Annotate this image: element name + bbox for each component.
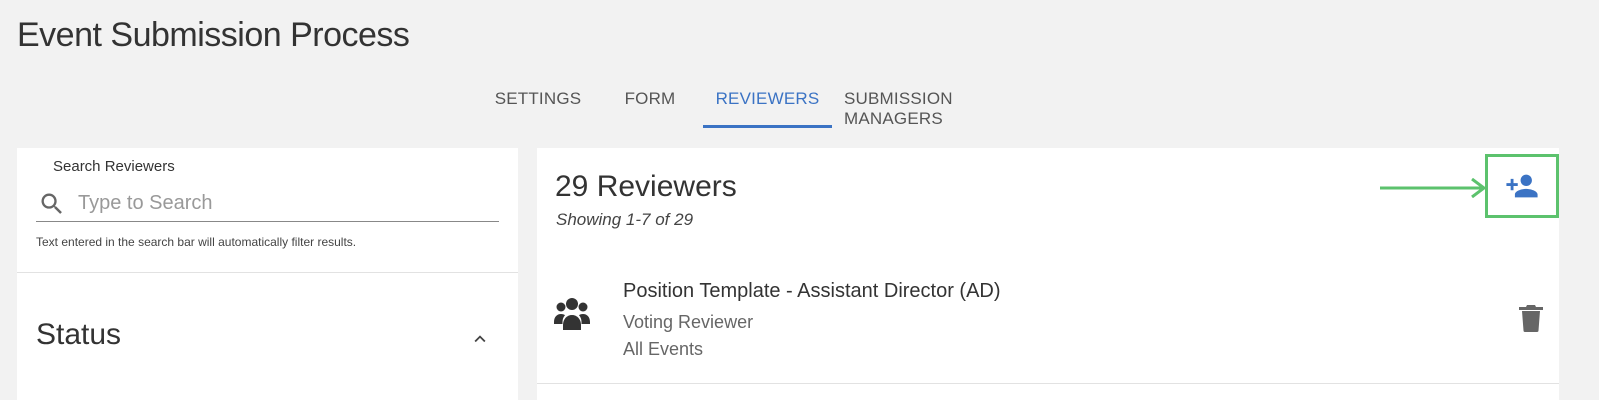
reviewer-scope: All Events (623, 339, 704, 359)
tab-bar: SETTINGS FORM REVIEWERS SUBMISSION MANAG… (0, 82, 1599, 128)
page-title: Event Submission Process (17, 16, 410, 54)
search-label: Search Reviewers (53, 158, 175, 175)
reviewer-role: Voting Reviewer (623, 312, 754, 332)
status-filter-title: Status (36, 318, 122, 351)
reviewer-name: Position Template - Assistant Director (… (623, 280, 1001, 302)
search-help-text: Text entered in the search bar will auto… (36, 235, 357, 249)
tab-settings[interactable]: SETTINGS (490, 82, 586, 128)
page: Event Submission Process SETTINGS FORM R… (0, 0, 1599, 400)
arrow-indicator-icon (1380, 178, 1487, 198)
filter-panel: Search Reviewers Text entered in the sea… (17, 148, 518, 400)
search-field (36, 186, 499, 222)
tab-reviewers[interactable]: REVIEWERS (703, 82, 832, 128)
tab-form[interactable]: FORM (610, 82, 690, 128)
search-input[interactable] (78, 188, 488, 218)
trash-icon[interactable] (1519, 304, 1543, 332)
add-reviewer-button[interactable] (1485, 154, 1559, 218)
chevron-up-icon[interactable] (469, 328, 491, 350)
reviewers-showing-text: Showing 1-7 of 29 (556, 210, 694, 229)
divider (17, 272, 518, 273)
group-icon (554, 298, 590, 330)
search-icon (41, 193, 62, 214)
reviewer-list-item[interactable]: Position Template - Assistant Director (… (537, 266, 1559, 384)
tab-submission-managers[interactable]: SUBMISSION MANAGERS (844, 82, 1052, 128)
add-person-icon (1506, 174, 1538, 198)
reviewers-panel: 29 Reviewers Showing 1-7 of 29 Position … (537, 148, 1559, 400)
reviewers-count-title: 29 Reviewers (555, 170, 737, 203)
